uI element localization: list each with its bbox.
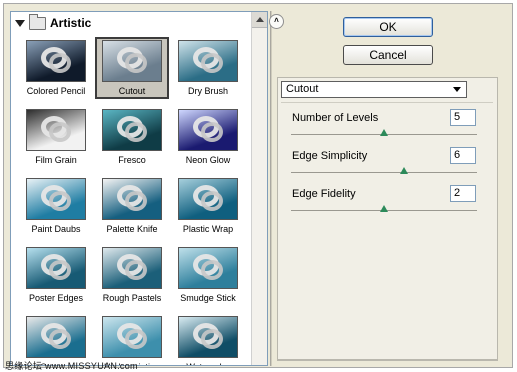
watermark-url: www.MISSYUAN.com [45, 361, 138, 371]
filter-preview-image [178, 40, 238, 82]
collapse-triangle-icon[interactable] [15, 19, 25, 27]
parameter-slider-knob[interactable] [400, 167, 409, 174]
cancel-button[interactable]: Cancel [343, 45, 433, 65]
filter-thumbnail-label: Palette Knife [106, 224, 158, 234]
filter-preview-image [178, 316, 238, 358]
filter-preview-image [26, 109, 86, 151]
filter-thumbnail[interactable]: Palette Knife [95, 175, 169, 237]
filter-thumbnail-label: Paint Daubs [31, 224, 81, 234]
filter-select-value: Cutout [286, 83, 319, 95]
filter-thumbnail-label: Fresco [118, 155, 146, 165]
bottom-separator [277, 360, 498, 361]
filter-thumbnail-label: Smudge Stick [180, 293, 236, 303]
ok-button[interactable]: OK [343, 17, 433, 37]
dropdown-arrow-icon[interactable] [453, 87, 461, 92]
filter-thumbnail-label: Dry Brush [187, 86, 228, 96]
category-label: Artistic [50, 16, 92, 30]
filter-thumbnail-label: Plastic Wrap [182, 224, 234, 234]
filter-select[interactable]: Cutout [281, 81, 467, 98]
parameter-slider-knob[interactable] [380, 205, 388, 212]
filter-thumbnail[interactable]: Plastic Wrap [171, 175, 245, 237]
filter-thumbnail[interactable]: Paint Daubs [19, 175, 93, 237]
filter-preview-image [26, 316, 86, 358]
parameter-label: Number of Levels [292, 112, 379, 124]
filter-preview-image [178, 178, 238, 220]
filter-thumbnail-label: Film Grain [35, 155, 77, 165]
parameter-row: Edge Fidelity 2 [281, 183, 493, 219]
filter-thumbnail[interactable]: Fresco [95, 106, 169, 168]
filter-thumbnail[interactable]: Rough Pastels [95, 244, 169, 306]
filter-thumbnail[interactable]: Watercolor [171, 313, 245, 365]
parameter-label: Edge Simplicity [292, 150, 368, 162]
filter-thumbnail-label: Cutout [118, 86, 146, 96]
filter-thumbnail-label: Neon Glow [185, 155, 231, 165]
watermark: 思缘论坛 www.MISSYUAN.com [5, 359, 138, 372]
filter-thumbnail[interactable]: Colored Pencil [19, 37, 93, 99]
filter-thumbnail-label: Rough Pastels [102, 293, 162, 303]
collapse-gallery-button[interactable]: ˄ [269, 14, 284, 29]
filter-preview-image [102, 316, 162, 358]
filter-thumbnail-label: Colored Pencil [26, 86, 86, 96]
scroll-up-arrow-icon[interactable] [252, 12, 267, 28]
filter-thumbnail[interactable]: Neon Glow [171, 106, 245, 168]
parameter-slider-knob[interactable] [380, 129, 388, 136]
filter-preview-image [178, 247, 238, 289]
filter-preview-image [102, 247, 162, 289]
parameter-value-field[interactable]: 2 [450, 185, 476, 202]
filter-settings-panel: Cutout Number of Levels 5 Edge Simplicity 6… [277, 77, 498, 360]
parameter-row: Edge Simplicity 6 [281, 145, 493, 181]
filter-thumbnail[interactable]: Cutout [95, 37, 169, 99]
panel-divider[interactable] [270, 11, 272, 366]
filter-preview-image [26, 40, 86, 82]
filter-preview-image [102, 178, 162, 220]
filter-thumbnail[interactable]: Film Grain [19, 106, 93, 168]
parameter-slider-track[interactable] [291, 172, 477, 173]
filter-preview-image [178, 109, 238, 151]
filter-parameters: Number of Levels 5 Edge Simplicity 6 Edge Fi… [281, 102, 493, 353]
filter-thumbnail[interactable]: Dry Brush [171, 37, 245, 99]
gallery-scrollbar[interactable] [251, 12, 267, 365]
folder-icon [29, 13, 46, 30]
filter-preview-image [102, 109, 162, 151]
category-header[interactable]: Artistic [15, 13, 92, 31]
parameter-value-field[interactable]: 5 [450, 109, 476, 126]
parameter-value-field[interactable]: 6 [450, 147, 476, 164]
filter-gallery-panel: Artistic Colored Pencil Cutout Dry Brush Fi… [10, 11, 268, 366]
filter-thumbnail-label: Poster Edges [28, 293, 84, 303]
filter-thumbnail[interactable]: Poster Edges [19, 244, 93, 306]
filter-preview-image [26, 247, 86, 289]
watermark-text: 思缘论坛 [5, 361, 43, 371]
filter-preview-image [26, 178, 86, 220]
filter-thumbnail-label: Watercolor [171, 362, 245, 365]
filter-thumbnail[interactable]: Smudge Stick [171, 244, 245, 306]
filter-preview-image [102, 40, 162, 82]
parameter-label: Edge Fidelity [292, 188, 356, 200]
parameter-row: Number of Levels 5 [281, 107, 493, 143]
